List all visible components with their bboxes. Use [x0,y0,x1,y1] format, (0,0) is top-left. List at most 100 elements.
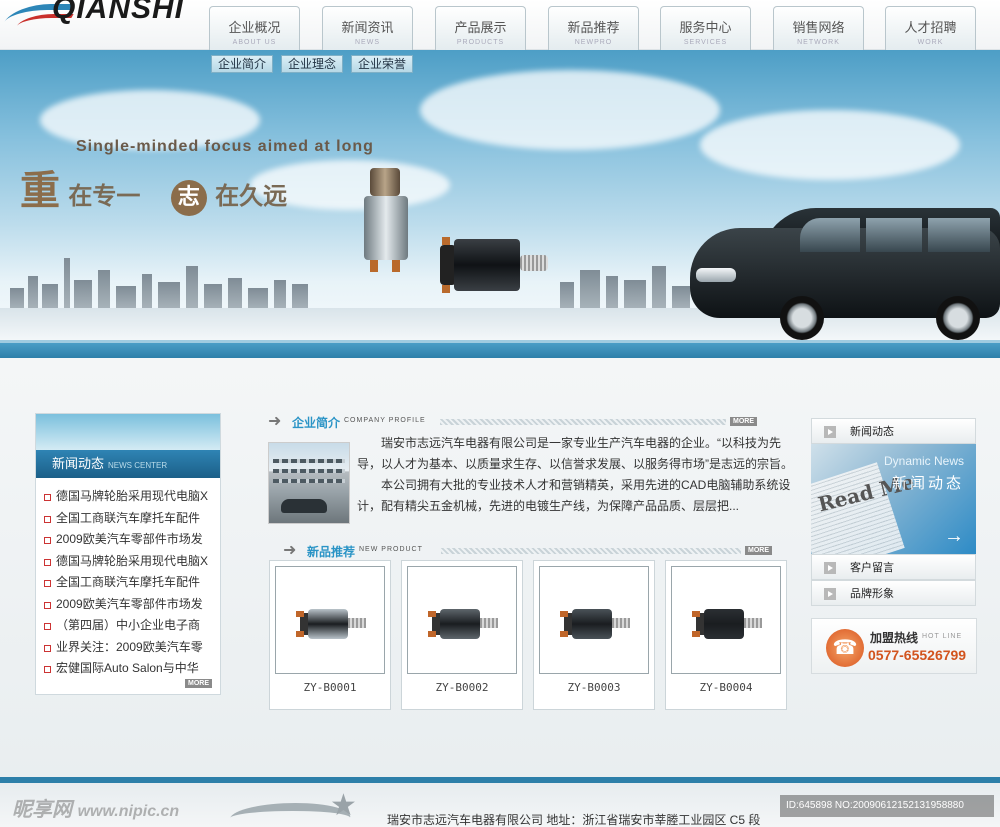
profile-header: ➜ 企业简介 COMPANY PROFILE MORE [268,413,773,431]
profile-more-button[interactable]: MORE [730,417,757,426]
sidebar-item-news[interactable]: 新闻动态 [811,418,976,444]
site-header: QIANSHI 企业概况 ABOUT US 新闻资讯 NEWS 产品展示 PRODUC… [0,0,1000,50]
phone-icon: ☎ [826,629,864,667]
nav-work[interactable]: 人才招聘 WORK [885,6,976,50]
dynamic-news-panel[interactable]: Read Me Dynamic News 新闻动态 → [811,444,976,554]
product-label: ZY-B0003 [567,681,621,694]
slogan-chinese: 重 在专一 志 在久远 [20,158,287,216]
list-item[interactable]: 全国工商联汽车摩托车配件 [42,508,214,530]
nav-products[interactable]: 产品展示 PRODUCTS [435,6,526,50]
product-card[interactable]: ZY-B0001 [269,560,391,710]
nav-news-en: NEWS [355,39,380,46]
news-panel-title: 新闻动态 NEWS CENTER [36,450,220,478]
nav-network-en: NETWORK [797,39,840,46]
nav-news[interactable]: 新闻资讯 NEWS [322,6,413,50]
sidebar-item-brand[interactable]: 品牌形象 [811,580,976,606]
car-image [690,208,1000,340]
nav-services[interactable]: 服务中心 SERVICES [660,6,751,50]
news-list: 德国马牌轮胎采用现代电脑X 全国工商联汽车摩托车配件 2009欧美汽车零部件市场… [42,486,214,680]
profile-paragraph: 本公司拥有大批的专业技术人才和营销精英，采用先进的CAD电脑辅助系统设计，配有精… [357,478,791,513]
nav-network-label: 销售网络 [792,20,845,35]
product-image [275,566,385,674]
list-item[interactable]: 德国马牌轮胎采用现代电脑X [42,551,214,573]
play-arrow-icon [824,426,836,438]
list-item[interactable]: （第四届）中小企业电子商 [42,615,214,637]
product-card[interactable]: ZY-B0003 [533,560,655,710]
subnav-intro[interactable]: 企业简介 [211,55,274,73]
watermark-brand: 昵享网 [12,799,72,821]
subnav-honor[interactable]: 企业荣誉 [351,55,414,73]
nav-services-label: 服务中心 [679,20,732,35]
product-card[interactable]: ZY-B0004 [665,560,787,710]
list-item[interactable]: 德国马牌轮胎采用现代电脑X [42,486,214,508]
list-item[interactable]: 2009欧美汽车零部件市场发 [42,594,214,616]
sidebar-item-messages[interactable]: 客户留言 [811,554,976,580]
header-divider [440,419,726,425]
product-image [407,566,517,674]
nav-about[interactable]: 企业概况 ABOUT US [209,6,300,50]
watermark: 昵享网 www.nipic.cn [12,793,179,822]
profile-text: 瑞安市志远汽车电器有限公司是一家专业生产汽车电器的企业。“以科技为先导，以人才为… [357,433,803,517]
footer-info: 瑞安市志远汽车电器有限公司 地址：浙江省瑞安市莘塍工业园区 C5 段 [387,813,761,827]
profile-title: 企业简介 [292,416,341,430]
product-card[interactable]: ZY-B0002 [401,560,523,710]
main-nav: 企业概况 ABOUT US 新闻资讯 NEWS 产品展示 PRODUCTS 新品推荐 N… [209,6,989,50]
sidebar-item-label: 品牌形象 [850,588,894,600]
profile-title-en: COMPANY PROFILE [344,417,426,424]
product-grid: ZY-B0001 ZY-B0002 ZY-B0003 ZY-B0004 [269,560,789,710]
list-item[interactable]: 业界关注：2009欧美汽车零 [42,637,214,659]
dynamic-news-en: Dynamic News [883,454,964,468]
nav-newpro[interactable]: 新品推荐 NEWPRO [548,6,639,50]
solenoid-image [362,168,412,278]
newpro-more-button[interactable]: MORE [745,546,772,555]
hotline-label: 加盟热线 [870,631,919,645]
nav-products-en: PRODUCTS [456,39,505,46]
cloud [420,70,720,150]
product-image [539,566,649,674]
slogan-char-zhi: 志 [170,180,207,216]
newpro-title: 新品推荐 [307,545,356,559]
news-panel: 新闻动态 NEWS CENTER 德国马牌轮胎采用现代电脑X 全国工商联汽车摩托车… [35,413,221,695]
image-id-badge: ID:645898 NO:20090612152131958880 [780,795,994,817]
list-item[interactable]: 2009欧美汽车零部件市场发 [42,529,214,551]
subnav-concept[interactable]: 企业理念 [281,55,344,73]
hotline-number: 0577-65526799 [868,647,967,663]
header-divider [441,548,741,554]
product-label: ZY-B0001 [303,681,357,694]
logo-text: QIANSHI [52,0,185,25]
nav-newpro-label: 新品推荐 [567,20,620,35]
nav-work-en: WORK [917,39,944,46]
sidebar-item-label: 客户留言 [850,562,894,574]
watermark-site: www.nipic.cn [77,803,180,820]
newpro-title-en: NEW PRODUCT [359,546,423,553]
sidebar-item-label: 新闻动态 [850,426,894,438]
star-icon: ★ [330,789,357,822]
slogan-part-2: 在久远 [215,182,288,210]
nav-work-label: 人才招聘 [904,20,957,35]
nav-about-label: 企业概况 [228,20,281,35]
news-title-en: NEWS CENTER [108,461,168,470]
nav-network[interactable]: 销售网络 NETWORK [773,6,864,50]
profile-paragraph: 瑞安市志远汽车电器有限公司是一家专业生产汽车电器的企业。“以科技为先导，以人才为… [357,436,793,471]
product-label: ZY-B0002 [435,681,489,694]
arrow-right-icon: ➜ [283,542,297,559]
company-building-photo [268,442,350,524]
hotline-label-en: HOT LINE [922,633,963,640]
play-arrow-icon [824,562,836,574]
product-image [671,566,781,674]
nav-newpro-en: NEWPRO [574,39,613,46]
nav-news-label: 新闻资讯 [341,20,394,35]
sub-nav: 企业简介 企业理念 企业荣誉 [211,55,421,73]
banner-stripe [0,340,1000,358]
hero-banner: 企业简介 企业理念 企业荣誉 Single-minded focus aimed a… [0,50,1000,340]
nav-products-label: 产品展示 [454,20,507,35]
slogan-part-1: 在专一 [68,182,141,210]
site-logo[interactable]: QIANSHI [0,0,200,46]
list-item[interactable]: 全国工商联汽车摩托车配件 [42,572,214,594]
arrow-right-icon: ➜ [268,413,282,430]
slogan-char-zhong: 重 [20,167,60,214]
news-more-button[interactable]: MORE [185,679,212,688]
hotline-box[interactable]: ☎ 加盟热线 HOT LINE 0577-65526799 [811,618,977,674]
product-label: ZY-B0004 [699,681,753,694]
list-item[interactable]: 宏健国际Auto Salon与中华 [42,658,214,680]
